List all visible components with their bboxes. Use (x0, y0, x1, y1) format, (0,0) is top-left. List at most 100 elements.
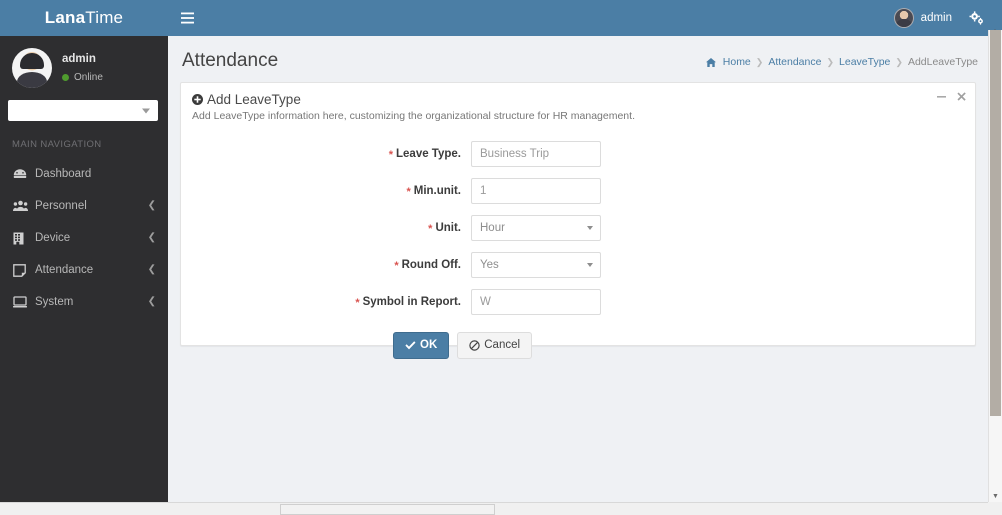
form-label-text: Leave Type. (396, 148, 461, 160)
sidebar-item-label: Personnel (35, 200, 87, 212)
breadcrumb-separator: ❯ (895, 56, 903, 67)
form-control-min-unit (471, 178, 601, 204)
avatar (12, 48, 52, 88)
panel-tools (936, 91, 967, 102)
vertical-scrollbar[interactable]: ▼ (988, 30, 1002, 502)
sidebar-item-label: Dashboard (35, 168, 92, 180)
panel-title: Add LeaveType (192, 92, 963, 107)
horizontal-scrollbar[interactable] (0, 502, 988, 515)
add-leavetype-form: * Leave Type. * Min.unit. (181, 131, 975, 359)
sidebar-user-info: admin Online (62, 52, 103, 84)
cancel-button[interactable]: Cancel (457, 332, 533, 359)
leave-type-input[interactable] (471, 141, 601, 167)
chevron-left-icon: ❮ (147, 232, 156, 243)
symbol-in-report-input[interactable] (471, 289, 601, 315)
sidebar-item-label: Attendance (35, 264, 94, 276)
form-row-symbol-in-report: * Symbol in Report. (181, 289, 975, 315)
form-actions: OK Cancel (181, 326, 975, 359)
hamburger-icon[interactable] (168, 0, 206, 36)
form-row-unit: * Unit. Hour (181, 215, 975, 241)
panel-title-text: Add LeaveType (207, 92, 301, 107)
breadcrumb-separator: ❯ (826, 56, 835, 67)
unit-select[interactable]: Hour (471, 215, 601, 241)
form-label-leave-type: * Leave Type. (181, 148, 471, 161)
form-row-leave-type: * Leave Type. (181, 141, 975, 167)
ban-icon (469, 340, 480, 351)
nav-section-header: MAIN NAVIGATION (12, 139, 102, 150)
horizontal-scrollbar-thumb[interactable] (280, 504, 495, 515)
desktop-icon (13, 296, 35, 308)
cancel-button-label: Cancel (484, 339, 521, 351)
round-off-select[interactable]: Yes (471, 252, 601, 278)
form-label-text: Min.unit. (413, 185, 461, 197)
form-label-text: Symbol in Report. (362, 296, 461, 308)
unit-select-value: Hour (480, 222, 505, 234)
close-icon[interactable] (956, 91, 967, 102)
form-control-symbol-in-report (471, 289, 601, 315)
logo-text-bold: Lana (44, 8, 86, 27)
chevron-left-icon: ❮ (147, 296, 156, 307)
sidebar-item-personnel[interactable]: Personnel ❮ (0, 190, 168, 222)
chevron-down-icon (587, 263, 593, 267)
form-control-round-off: Yes (471, 252, 601, 278)
breadcrumb-separator: ❯ (755, 56, 764, 67)
breadcrumb-item-addleavetype: AddLeaveType (907, 56, 978, 68)
page-title: Attendance (182, 50, 279, 71)
plus-circle-icon (192, 94, 203, 105)
add-leavetype-panel: Add LeaveType Add LeaveType information … (180, 82, 976, 359)
required-marker: * (394, 260, 399, 272)
breadcrumb: Home ❯ Attendance ❯ LeaveType ❯ AddLeave… (705, 56, 978, 68)
breadcrumb-item-attendance[interactable]: Attendance (768, 56, 821, 68)
sidebar: admin Online MAIN NAVIGATION Dashboard P… (0, 36, 168, 515)
form-label-text: Unit. (435, 222, 461, 234)
sidebar-item-label: Device (35, 232, 71, 244)
required-marker: * (355, 297, 360, 309)
chevron-left-icon: ❮ (147, 264, 156, 275)
form-control-unit: Hour (471, 215, 601, 241)
dashboard-icon (13, 168, 35, 180)
sidebar-item-label: System (35, 296, 74, 308)
chevron-left-icon: ❮ (147, 200, 156, 211)
form-label-unit: * Unit. (181, 222, 471, 235)
header-user-menu[interactable]: admin (885, 0, 961, 36)
chevron-down-icon (587, 226, 593, 230)
scroll-down-arrow-icon[interactable]: ▼ (989, 490, 1002, 502)
form-row-min-unit: * Min.unit. (181, 178, 975, 204)
sidebar-company-select[interactable] (8, 100, 158, 121)
breadcrumb-item-home[interactable]: Home (723, 56, 751, 68)
header-right-group: admin (885, 0, 1002, 36)
app-logo[interactable]: Lana Time (0, 0, 168, 36)
minus-icon[interactable] (936, 91, 947, 102)
sidebar-user-name: admin (62, 52, 96, 65)
sidebar-item-device[interactable]: Device ❮ (0, 222, 168, 254)
logo-text-light: Time (85, 8, 124, 27)
sidebar-item-attendance[interactable]: Attendance ❮ (0, 254, 168, 286)
ok-button[interactable]: OK (393, 332, 450, 359)
sidebar-user-panel[interactable]: admin Online (0, 36, 168, 98)
scrollbar-corner (988, 502, 1002, 515)
check-icon (405, 341, 416, 350)
ok-button-label: OK (420, 339, 438, 351)
min-unit-input[interactable] (471, 178, 601, 204)
sidebar-select-wrapper (0, 98, 168, 121)
form-row-round-off: * Round Off. Yes (181, 252, 975, 278)
form-label-text: Round Off. (401, 259, 461, 271)
breadcrumb-item-leavetype[interactable]: LeaveType (839, 56, 890, 68)
note-icon (13, 263, 35, 277)
form-label-min-unit: * Min.unit. (181, 185, 471, 198)
users-icon (13, 200, 35, 212)
form-label-round-off: * Round Off. (181, 259, 471, 272)
chevron-down-icon (142, 108, 150, 113)
required-marker: * (428, 223, 433, 235)
online-status-icon (62, 73, 69, 81)
round-off-select-value: Yes (480, 259, 499, 271)
top-header-bar: admin (168, 0, 1002, 36)
panel-heading: Add LeaveType Add LeaveType information … (181, 83, 975, 131)
application-window: Lana Time admin admin Online MAIN NAVIGA… (0, 0, 1002, 515)
required-marker: * (388, 149, 393, 161)
vertical-scrollbar-thumb[interactable] (990, 30, 1001, 416)
sidebar-item-dashboard[interactable]: Dashboard (0, 158, 168, 190)
sidebar-item-system[interactable]: System ❮ (0, 286, 168, 318)
form-label-symbol-in-report: * Symbol in Report. (181, 296, 471, 309)
header-user-label: admin (920, 12, 952, 24)
